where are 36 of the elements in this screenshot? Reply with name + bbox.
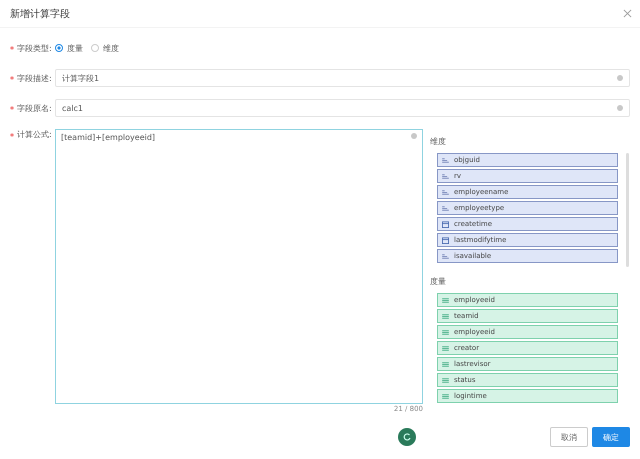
radio-icon[interactable] — [55, 44, 63, 52]
text-icon — [442, 206, 449, 210]
formula-textarea[interactable]: [teamid]+[employeeid] — [55, 129, 423, 404]
scrollbar[interactable] — [626, 153, 629, 267]
confirm-button[interactable]: 确定 — [592, 427, 630, 447]
bars-icon — [442, 394, 449, 398]
clear-icon[interactable] — [411, 133, 417, 139]
calendar-icon — [442, 220, 449, 228]
original-name-input[interactable]: calc1 — [55, 99, 630, 117]
text-icon — [442, 174, 449, 178]
refresh-icon[interactable] — [398, 428, 416, 446]
bars-icon — [442, 298, 449, 302]
radio-icon[interactable] — [91, 44, 99, 52]
bars-icon — [442, 314, 449, 318]
dialog-title: 新增计算字段 — [10, 8, 70, 20]
formula-label: 计算公式: — [10, 129, 55, 140]
clear-icon[interactable] — [617, 105, 623, 111]
group-title: 维度 — [430, 136, 447, 147]
close-icon[interactable] — [623, 9, 632, 18]
cancel-button[interactable]: 取消 — [550, 427, 588, 447]
text-icon — [442, 158, 449, 162]
radio-option[interactable]: 维度 — [91, 42, 119, 54]
original-name-label: 字段原名: — [10, 102, 55, 114]
group-title: 度量 — [430, 276, 447, 287]
clear-icon[interactable] — [617, 75, 623, 81]
calendar-icon — [442, 236, 449, 244]
text-icon — [442, 190, 449, 194]
bars-icon — [442, 378, 449, 382]
description-input[interactable]: 计算字段1 — [55, 69, 630, 87]
radio-option[interactable]: 度量 — [55, 42, 83, 54]
text-icon — [442, 254, 449, 258]
bars-icon — [442, 362, 449, 366]
bars-icon — [442, 330, 449, 334]
description-label: 字段描述: — [10, 72, 55, 84]
bars-icon — [442, 346, 449, 350]
field-type-label: 字段类型: — [10, 42, 55, 54]
